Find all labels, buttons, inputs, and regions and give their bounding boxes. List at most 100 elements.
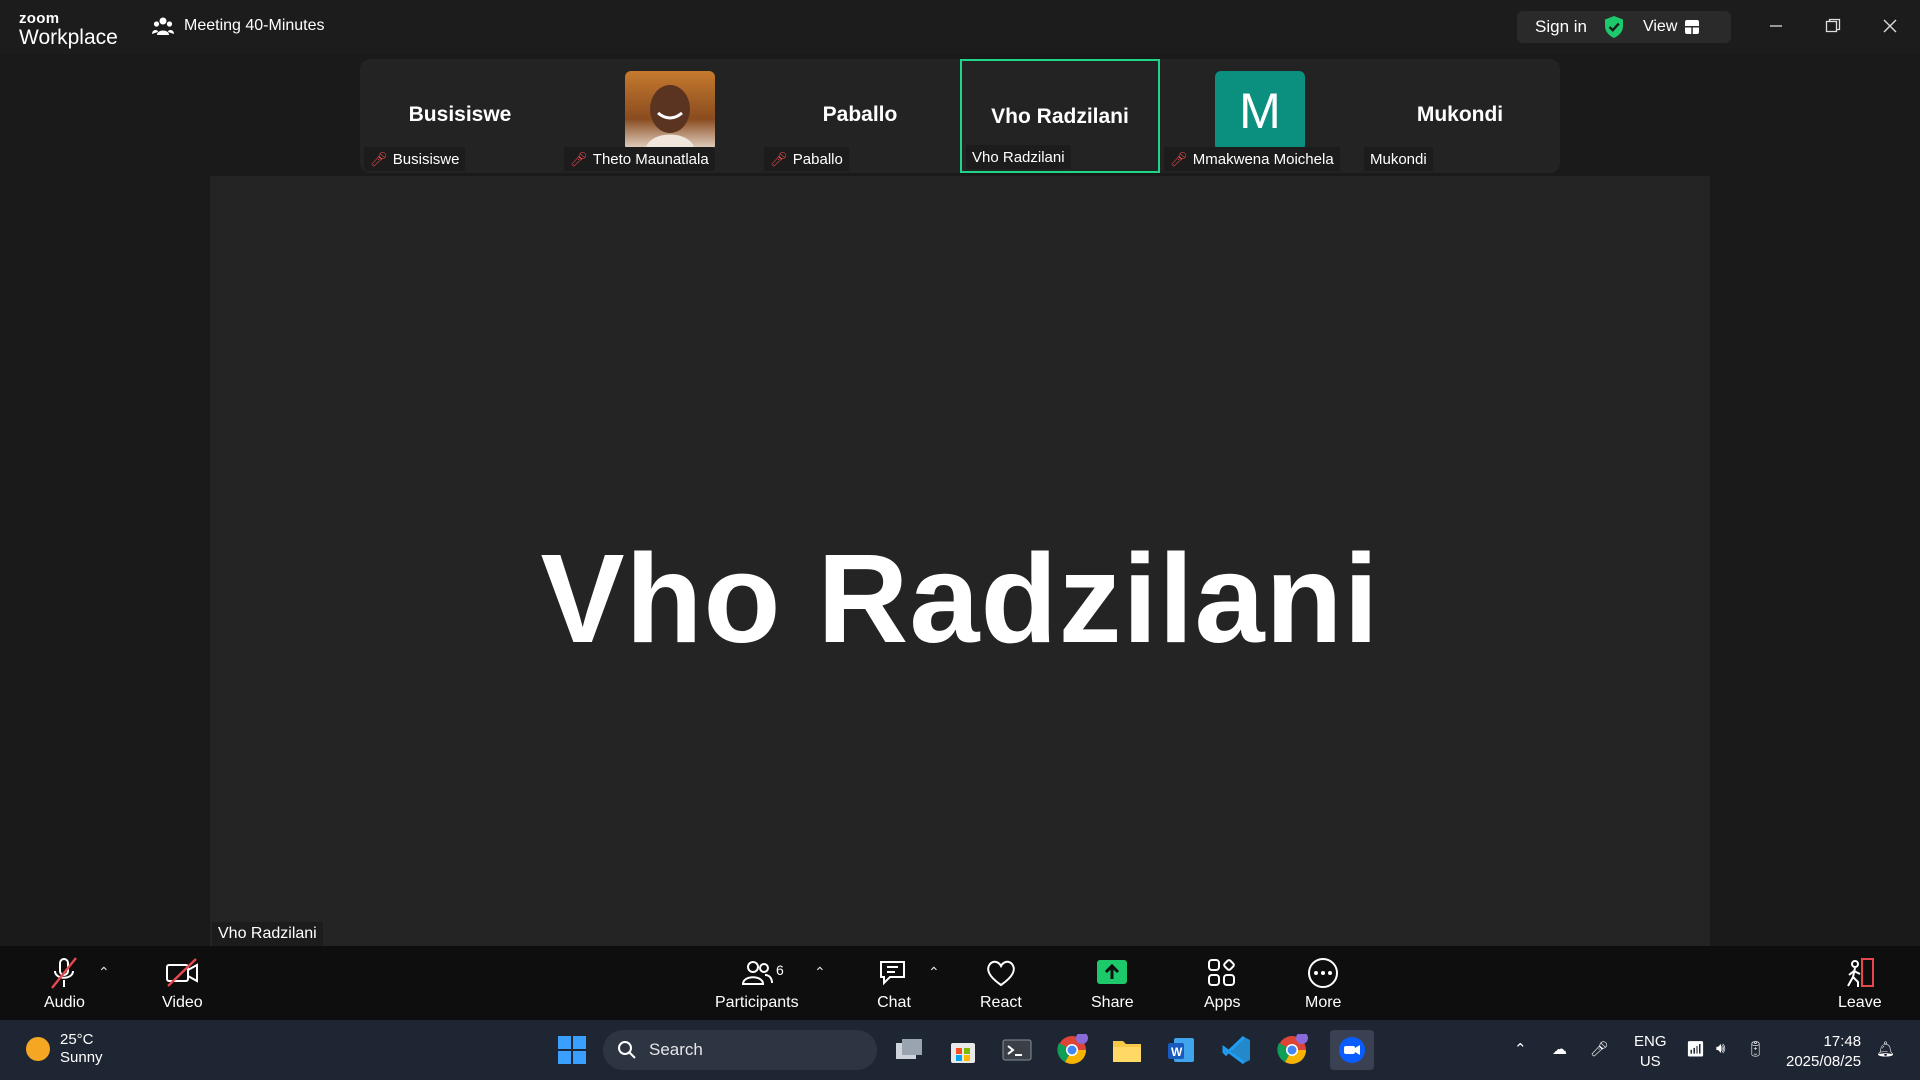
speaker-display-name: Vho Radzilani	[540, 528, 1380, 669]
participant-tile[interactable]: M 🎤︎ Mmakwena Moichela	[1160, 59, 1360, 173]
wifi-icon[interactable]: 📶︎	[1686, 1040, 1705, 1058]
onedrive-warning-icon[interactable]: ☁	[1552, 1040, 1567, 1058]
terminal-icon[interactable]	[1000, 1033, 1034, 1067]
search-icon	[618, 1041, 636, 1059]
heart-icon	[987, 960, 1015, 987]
participant-name: Busisiswe	[392, 150, 460, 168]
chrome-profile-icon[interactable]	[1275, 1033, 1309, 1067]
participant-name: Theto Maunatlala	[592, 150, 709, 168]
participant-tile[interactable]: Busisiswe 🎤︎ Busisiswe	[360, 59, 560, 173]
share-screen-icon	[1097, 960, 1128, 984]
title-bar: zoom Workplace Meeting 40-Minutes Sign i…	[0, 0, 1920, 54]
microphone-location-icon[interactable]: 🎤︎	[1590, 1040, 1609, 1058]
participant-name: Mmakwena Moichela	[1192, 150, 1334, 168]
chat-bubble-icon	[880, 961, 905, 986]
sign-in-button[interactable]: Sign in	[1535, 17, 1587, 37]
participant-tile-active-speaker[interactable]: Vho Radzilani Vho Radzilani	[960, 59, 1160, 173]
meeting-info[interactable]: Meeting 40-Minutes	[152, 16, 325, 36]
logo-zoom-text: zoom	[19, 10, 60, 27]
header-actions: Sign in View	[1517, 11, 1731, 43]
audio-options-caret-icon[interactable]: ⌃	[98, 964, 110, 981]
tile-display-name: Busisiswe	[408, 103, 512, 126]
minimize-button[interactable]	[1756, 10, 1796, 42]
show-hidden-icons-chevron-icon[interactable]: ⌃	[1514, 1040, 1527, 1058]
sun-icon	[26, 1037, 50, 1061]
weather-temperature: 25°C	[60, 1031, 94, 1048]
speaker-name-label: Vho Radzilani	[212, 922, 323, 946]
chat-button[interactable]: Chat	[876, 956, 912, 1012]
restore-button[interactable]	[1813, 10, 1853, 42]
view-label: View	[1642, 18, 1678, 35]
chat-label: Chat	[877, 994, 911, 1011]
taskbar-search-box[interactable]: Search	[603, 1030, 877, 1070]
leave-button[interactable]: Leave	[1838, 956, 1882, 1012]
microsoft-store-icon[interactable]	[946, 1033, 980, 1067]
minimize-icon	[1770, 25, 1782, 27]
windows-start-icon[interactable]	[557, 1035, 587, 1065]
region-code: US	[1639, 1052, 1661, 1070]
muted-mic-icon: 🎤︎	[570, 150, 588, 167]
more-dots-icon	[1308, 958, 1339, 988]
view-button[interactable]: View	[1642, 18, 1700, 36]
participant-tile[interactable]: Paballo 🎤︎ Paballo	[760, 59, 960, 173]
video-button[interactable]: Video	[162, 956, 203, 1012]
system-clock[interactable]: 17:48 2025/08/25	[1786, 1032, 1861, 1071]
weather-description: Sunny	[60, 1049, 103, 1066]
chat-options-caret-icon[interactable]: ⌃	[928, 964, 940, 981]
muted-mic-icon: 🎤︎	[770, 150, 788, 167]
zoom-taskbar-icon[interactable]	[1330, 1030, 1374, 1070]
tile-display-name: Paballo	[822, 103, 898, 126]
clock-date: 2025/08/25	[1786, 1052, 1862, 1070]
audio-label: Audio	[44, 994, 85, 1011]
audio-button[interactable]: Audio	[44, 956, 85, 1012]
participant-name: Paballo	[792, 150, 843, 168]
participants-button[interactable]: Participants	[715, 956, 799, 1012]
volume-icon[interactable]: 🔊︎	[1716, 1040, 1725, 1057]
search-placeholder: Search	[649, 1040, 703, 1059]
tile-name-label: 🎤︎ Busisiswe	[364, 147, 466, 171]
vscode-icon[interactable]	[1220, 1033, 1254, 1067]
weather-widget[interactable]: 25°C Sunny	[26, 1031, 103, 1067]
windows-taskbar: 25°C Sunny Search W ⌃ ☁ 🎤︎ ENG US 📶︎ 🔊︎ …	[0, 1020, 1920, 1080]
language-code: ENG	[1634, 1033, 1667, 1050]
participant-name: Mukondi	[1370, 150, 1427, 168]
file-explorer-icon[interactable]	[1110, 1033, 1144, 1067]
muted-microphone-icon	[51, 957, 78, 989]
meeting-toolbar: Audio ⌃ Video Participants 6 ⌃ Chat ⌃ Re…	[0, 946, 1920, 1020]
react-label: React	[980, 994, 1022, 1011]
grid-view-icon	[1685, 20, 1700, 34]
language-indicator[interactable]: ENG US	[1634, 1032, 1667, 1071]
close-button[interactable]	[1870, 10, 1910, 42]
apps-label: Apps	[1204, 994, 1241, 1011]
meeting-people-icon	[152, 17, 174, 35]
participant-tile[interactable]: Mukondi Mukondi	[1360, 59, 1560, 173]
participants-label: Participants	[715, 994, 799, 1011]
tile-name-label: 🎤︎ Paballo	[764, 147, 849, 171]
battery-icon[interactable]: 🔋︎	[1746, 1040, 1765, 1058]
more-button[interactable]: More	[1305, 956, 1341, 1012]
word-icon[interactable]: W	[1164, 1033, 1198, 1067]
participants-options-caret-icon[interactable]: ⌃	[814, 964, 826, 981]
apps-button[interactable]: Apps	[1204, 956, 1240, 1012]
react-button[interactable]: React	[980, 956, 1022, 1012]
leave-label: Leave	[1838, 994, 1882, 1011]
share-label: Share	[1091, 994, 1134, 1011]
tile-name-label: 🎤︎ Mmakwena Moichela	[1164, 147, 1340, 171]
notification-bell-icon[interactable]: 🔔︎	[1876, 1040, 1895, 1058]
tile-display-name: Mukondi	[1416, 103, 1504, 126]
task-view-icon[interactable]	[892, 1033, 926, 1067]
participant-letter-avatar: M	[1215, 71, 1305, 151]
zoom-workplace-logo: zoom Workplace	[19, 11, 118, 48]
participant-tile[interactable]: 🎤︎ Theto Maunatlala	[560, 59, 760, 173]
main-speaker-video[interactable]: Vho Radzilani Vho Radzilani	[210, 176, 1710, 946]
tile-name-label: Mukondi	[1364, 147, 1433, 171]
video-off-icon	[166, 958, 199, 987]
video-label: Video	[162, 994, 203, 1011]
security-shield-icon[interactable]	[1603, 15, 1625, 39]
share-screen-button[interactable]: Share	[1091, 956, 1134, 1012]
participants-count-badge: 6	[776, 962, 784, 978]
chrome-icon[interactable]	[1055, 1033, 1089, 1067]
tile-name-label: Vho Radzilani	[966, 145, 1071, 169]
clock-time: 17:48	[1823, 1033, 1862, 1050]
muted-mic-icon: 🎤︎	[370, 150, 388, 167]
